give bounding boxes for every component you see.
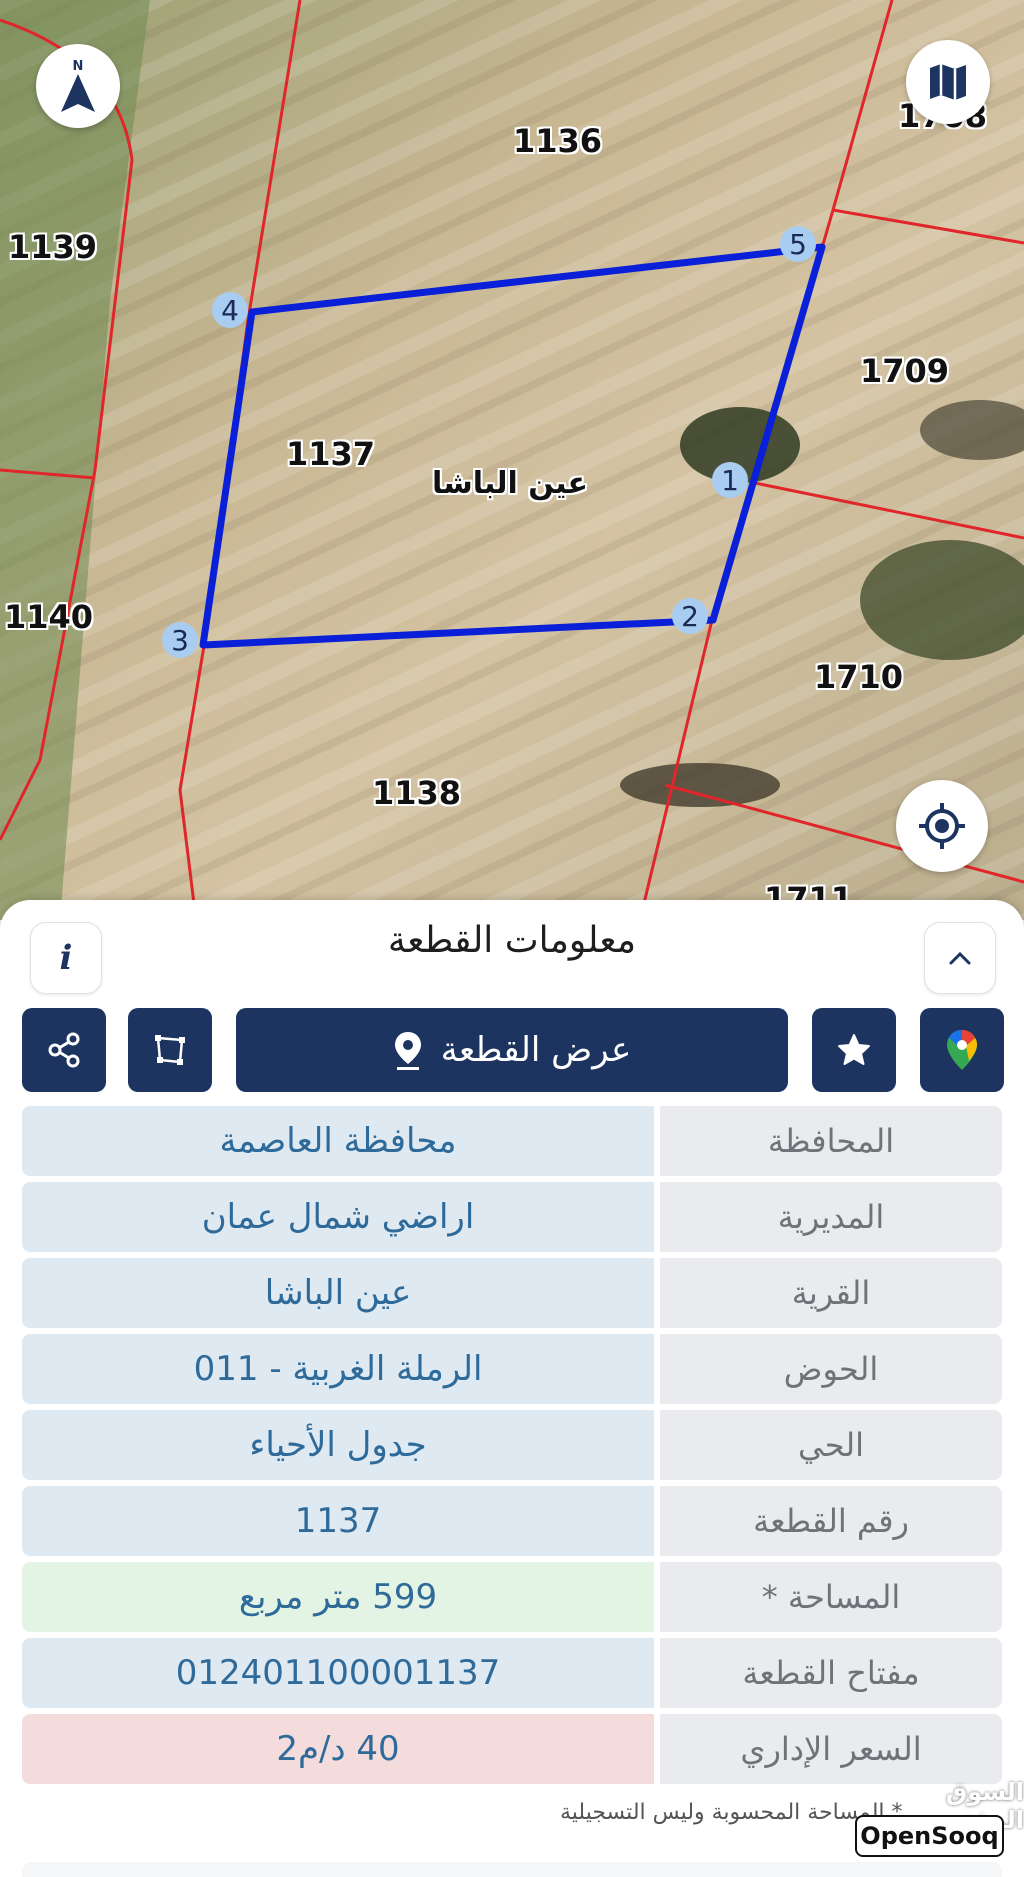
- polygon-icon: [155, 1035, 185, 1065]
- satellite-map[interactable]: 1136 1139 1708 1709 1137 1140 1710 1138 …: [0, 0, 1024, 920]
- bottom-sheet-edge: [22, 1862, 1002, 1877]
- row-value: الرملة الغربية - 011: [22, 1334, 654, 1404]
- panel-title: معلومات القطعة: [387, 920, 637, 961]
- opensooq-watermark: OpenSooq: [855, 1815, 1004, 1857]
- row-label: المساحة *: [660, 1562, 1002, 1632]
- polygon-shape-button[interactable]: [128, 1008, 212, 1092]
- vertex-marker-5[interactable]: 5: [780, 226, 816, 262]
- parcel-label-1710: 1710: [814, 658, 904, 696]
- parcel-label-1138: 1138: [372, 774, 462, 812]
- row-label: المديرية: [660, 1182, 1002, 1252]
- info-row-basin: الحوض الرملة الغربية - 011: [22, 1334, 1002, 1404]
- row-value: محافظة العاصمة: [22, 1106, 654, 1176]
- info-row-area: المساحة * 599 متر مربع: [22, 1562, 1002, 1632]
- row-value: 012401100001137: [22, 1638, 654, 1708]
- row-label: السعر الإداري: [660, 1714, 1002, 1784]
- row-label: مفتاح القطعة: [660, 1638, 1002, 1708]
- location-pin-icon: [394, 1032, 421, 1070]
- show-parcel-label: عرض القطعة: [440, 1030, 632, 1070]
- favorite-button[interactable]: [812, 1008, 896, 1092]
- compass-n-letter: N: [73, 59, 84, 74]
- vertex-marker-2[interactable]: 2: [672, 598, 708, 634]
- row-value: جدول الأحياء: [22, 1410, 654, 1480]
- parcel-label-1136: 1136: [513, 122, 603, 160]
- row-label: المحافظة: [660, 1106, 1002, 1176]
- row-label: الحي: [660, 1410, 1002, 1480]
- share-button[interactable]: [22, 1008, 106, 1092]
- area-footnote: * المساحة المحسوبة وليس التسجيلية: [560, 1800, 903, 1825]
- info-row-parcel-number: رقم القطعة 1137: [22, 1486, 1002, 1556]
- compass-icon: N: [61, 59, 95, 112]
- parcel-label-1709: 1709: [860, 352, 950, 390]
- collapse-button[interactable]: [924, 922, 996, 994]
- row-label: القرية: [660, 1258, 1002, 1328]
- info-row-neighborhood: الحي جدول الأحياء: [22, 1410, 1002, 1480]
- row-value: 1137: [22, 1486, 654, 1556]
- parcel-label-1140: 1140: [4, 598, 94, 636]
- map-icon: [930, 64, 966, 100]
- row-value: 599 متر مربع: [22, 1562, 654, 1632]
- vertex-marker-4[interactable]: 4: [212, 292, 248, 328]
- info-row-village: القرية عين الباشا: [22, 1258, 1002, 1328]
- google-maps-button[interactable]: [920, 1008, 1004, 1092]
- info-row-directorate: المديرية اراضي شمال عمان: [22, 1182, 1002, 1252]
- compass-button[interactable]: N: [36, 44, 120, 128]
- row-value: عين الباشا: [22, 1258, 654, 1328]
- parcel-label-1137: 1137: [286, 435, 376, 473]
- row-value: 40 د/م2: [22, 1714, 654, 1784]
- vertex-marker-3[interactable]: 3: [162, 622, 198, 658]
- row-label: الحوض: [660, 1334, 1002, 1404]
- area-name-label: عين الباشا: [432, 466, 589, 501]
- chevron-up-icon: [949, 951, 971, 965]
- vertex-marker-1[interactable]: 1: [712, 462, 748, 498]
- map-canvas[interactable]: [0, 0, 1024, 920]
- parcel-label-1139: 1139: [8, 228, 98, 266]
- crosshair-icon: [919, 803, 965, 849]
- info-row-parcel-key: مفتاح القطعة 012401100001137: [22, 1638, 1002, 1708]
- info-row-admin-price: السعر الإداري 40 د/م2: [22, 1714, 1002, 1784]
- star-icon: [838, 1034, 870, 1065]
- show-parcel-button[interactable]: عرض القطعة: [236, 1008, 788, 1092]
- row-label: رقم القطعة: [660, 1486, 1002, 1556]
- info-row-governorate: المحافظة محافظة العاصمة: [22, 1106, 1002, 1176]
- google-maps-icon: [947, 1030, 977, 1070]
- locate-me-button[interactable]: [896, 780, 988, 872]
- map-layers-button[interactable]: [906, 40, 990, 124]
- share-icon: [48, 1032, 80, 1068]
- row-value: اراضي شمال عمان: [22, 1182, 654, 1252]
